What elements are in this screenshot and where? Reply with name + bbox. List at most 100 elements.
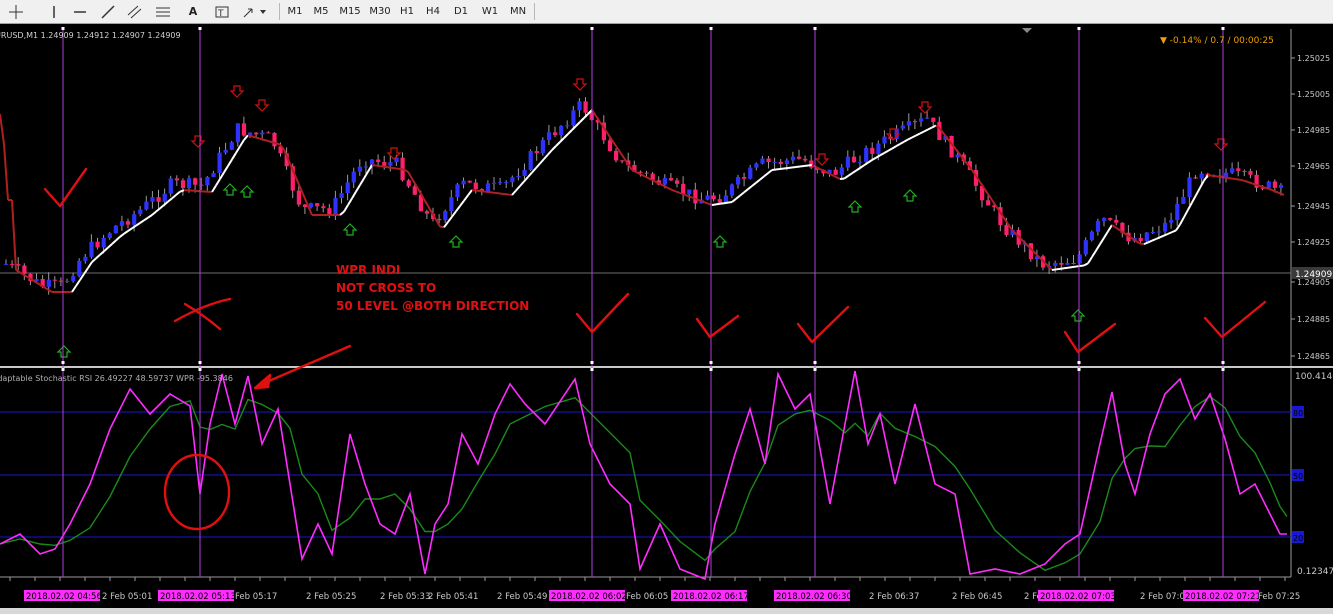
candle-body (858, 161, 863, 163)
candle-body (717, 199, 722, 203)
text-tool-button[interactable]: A (184, 2, 202, 21)
chart-shift-icon[interactable] (1022, 28, 1032, 33)
ma-segment (1243, 179, 1249, 183)
ma-segment (723, 201, 729, 205)
candle-body (986, 200, 991, 206)
ma-segment (343, 204, 349, 213)
ma-segment (139, 219, 145, 224)
ma-segment (739, 191, 745, 197)
candle-body (1077, 254, 1082, 264)
timeframe-d1[interactable]: D1 (450, 2, 472, 21)
candle-body (1242, 170, 1247, 172)
ma-segment (3, 143, 9, 201)
candle-body (790, 156, 796, 161)
candle-body (95, 241, 100, 248)
timeframe-h1[interactable]: H1 (396, 2, 418, 21)
check-mark (575, 292, 630, 334)
candle-body (187, 178, 192, 189)
symbol-info: EURUSD,M1 1.24909 1.24912 1.24907 1.2490… (0, 31, 181, 40)
candle-body (1053, 262, 1058, 266)
candle-body (302, 204, 308, 208)
ma-segment (827, 172, 833, 176)
text-label-icon[interactable]: T (212, 2, 232, 21)
candle-body (1175, 203, 1180, 221)
vline-handle (61, 361, 65, 364)
indicator-label: Adaptable Stochastic RSI 26.49227 48.597… (0, 374, 233, 383)
ma-segment (551, 145, 557, 151)
ma-segment (1135, 240, 1141, 245)
vline-handle (590, 361, 594, 364)
candle-body (851, 156, 857, 163)
ma-segment (547, 149, 553, 156)
ma-segment (371, 164, 377, 167)
ma-segment (511, 189, 517, 196)
time-label: 2 Feb 05:25 (306, 592, 356, 602)
timeframe-m5[interactable]: M5 (310, 2, 332, 21)
ma-segment (167, 197, 173, 203)
time-label: 2018.02.02 06:30 (776, 592, 852, 602)
timeframe-w1[interactable]: W1 (478, 2, 502, 21)
candle-body (1163, 222, 1168, 232)
ma-segment (775, 168, 781, 171)
candle-body (1156, 231, 1162, 233)
candle-body (52, 279, 57, 281)
ma-segment (231, 152, 237, 160)
chart-area[interactable]: 1.25025 1.25005 1.24985 1.24965 1.24945 1.249… (0, 24, 1333, 608)
ma-segment (1087, 256, 1093, 264)
price-tick-label: 1.25025 (1297, 54, 1330, 63)
current-price-label: 1.24909 (1295, 270, 1332, 280)
candle-body (58, 280, 64, 282)
ma-segment (263, 138, 269, 142)
candle-body (925, 117, 930, 119)
candle-body (577, 101, 582, 111)
ma-segment (803, 164, 809, 167)
ma-segment (795, 165, 801, 168)
vertical-line-icon[interactable] (44, 2, 64, 21)
candle-body (766, 158, 771, 162)
candle-body (107, 233, 112, 239)
candle-body (382, 162, 387, 166)
timeframe-mn[interactable]: MN (505, 2, 531, 21)
timeframe-m30[interactable]: M30 (366, 2, 394, 21)
ma-segment (467, 189, 473, 196)
vline-handle (61, 27, 65, 30)
ma-segment (1167, 231, 1173, 235)
ma-segment (295, 177, 301, 188)
ma-segment (675, 190, 681, 194)
crosshair-icon[interactable] (6, 2, 26, 21)
trendline-icon[interactable] (98, 2, 118, 21)
candle-body (443, 211, 448, 221)
vline-handle (709, 27, 713, 30)
candle-body (156, 197, 161, 202)
ma-segment (271, 141, 277, 145)
horizontal-line-icon[interactable] (70, 2, 90, 21)
timeframe-m15[interactable]: M15 (336, 2, 364, 21)
ma-segment (347, 197, 353, 206)
down-arrow-icon (1213, 138, 1229, 151)
down-arrow-icon (917, 101, 933, 114)
candle-body (772, 161, 777, 163)
ma-segment (1227, 177, 1233, 180)
candle-body (571, 110, 576, 126)
candle-body (1071, 262, 1076, 264)
equidistant-channel-icon[interactable] (124, 2, 146, 21)
ma-segment (387, 166, 393, 169)
timeframe-m1[interactable]: M1 (284, 2, 306, 21)
ma-segment (731, 198, 737, 203)
ma-segment (903, 138, 909, 143)
ma-segment (1083, 262, 1089, 267)
ma-segment (1215, 175, 1221, 178)
arrows-dropdown-icon[interactable] (240, 2, 270, 21)
timeframe-h4[interactable]: H4 (422, 2, 444, 21)
candle-body (784, 160, 789, 165)
candle-body (504, 182, 509, 184)
ma-segment (755, 178, 761, 184)
ma-segment (1207, 174, 1213, 177)
candle-body (363, 166, 369, 168)
candle-body (919, 118, 924, 122)
ma-segment (1051, 268, 1057, 271)
candle-body (150, 197, 155, 202)
fibonacci-icon[interactable] (152, 2, 174, 21)
ma-segment (99, 250, 105, 256)
candle-body (1150, 232, 1155, 234)
